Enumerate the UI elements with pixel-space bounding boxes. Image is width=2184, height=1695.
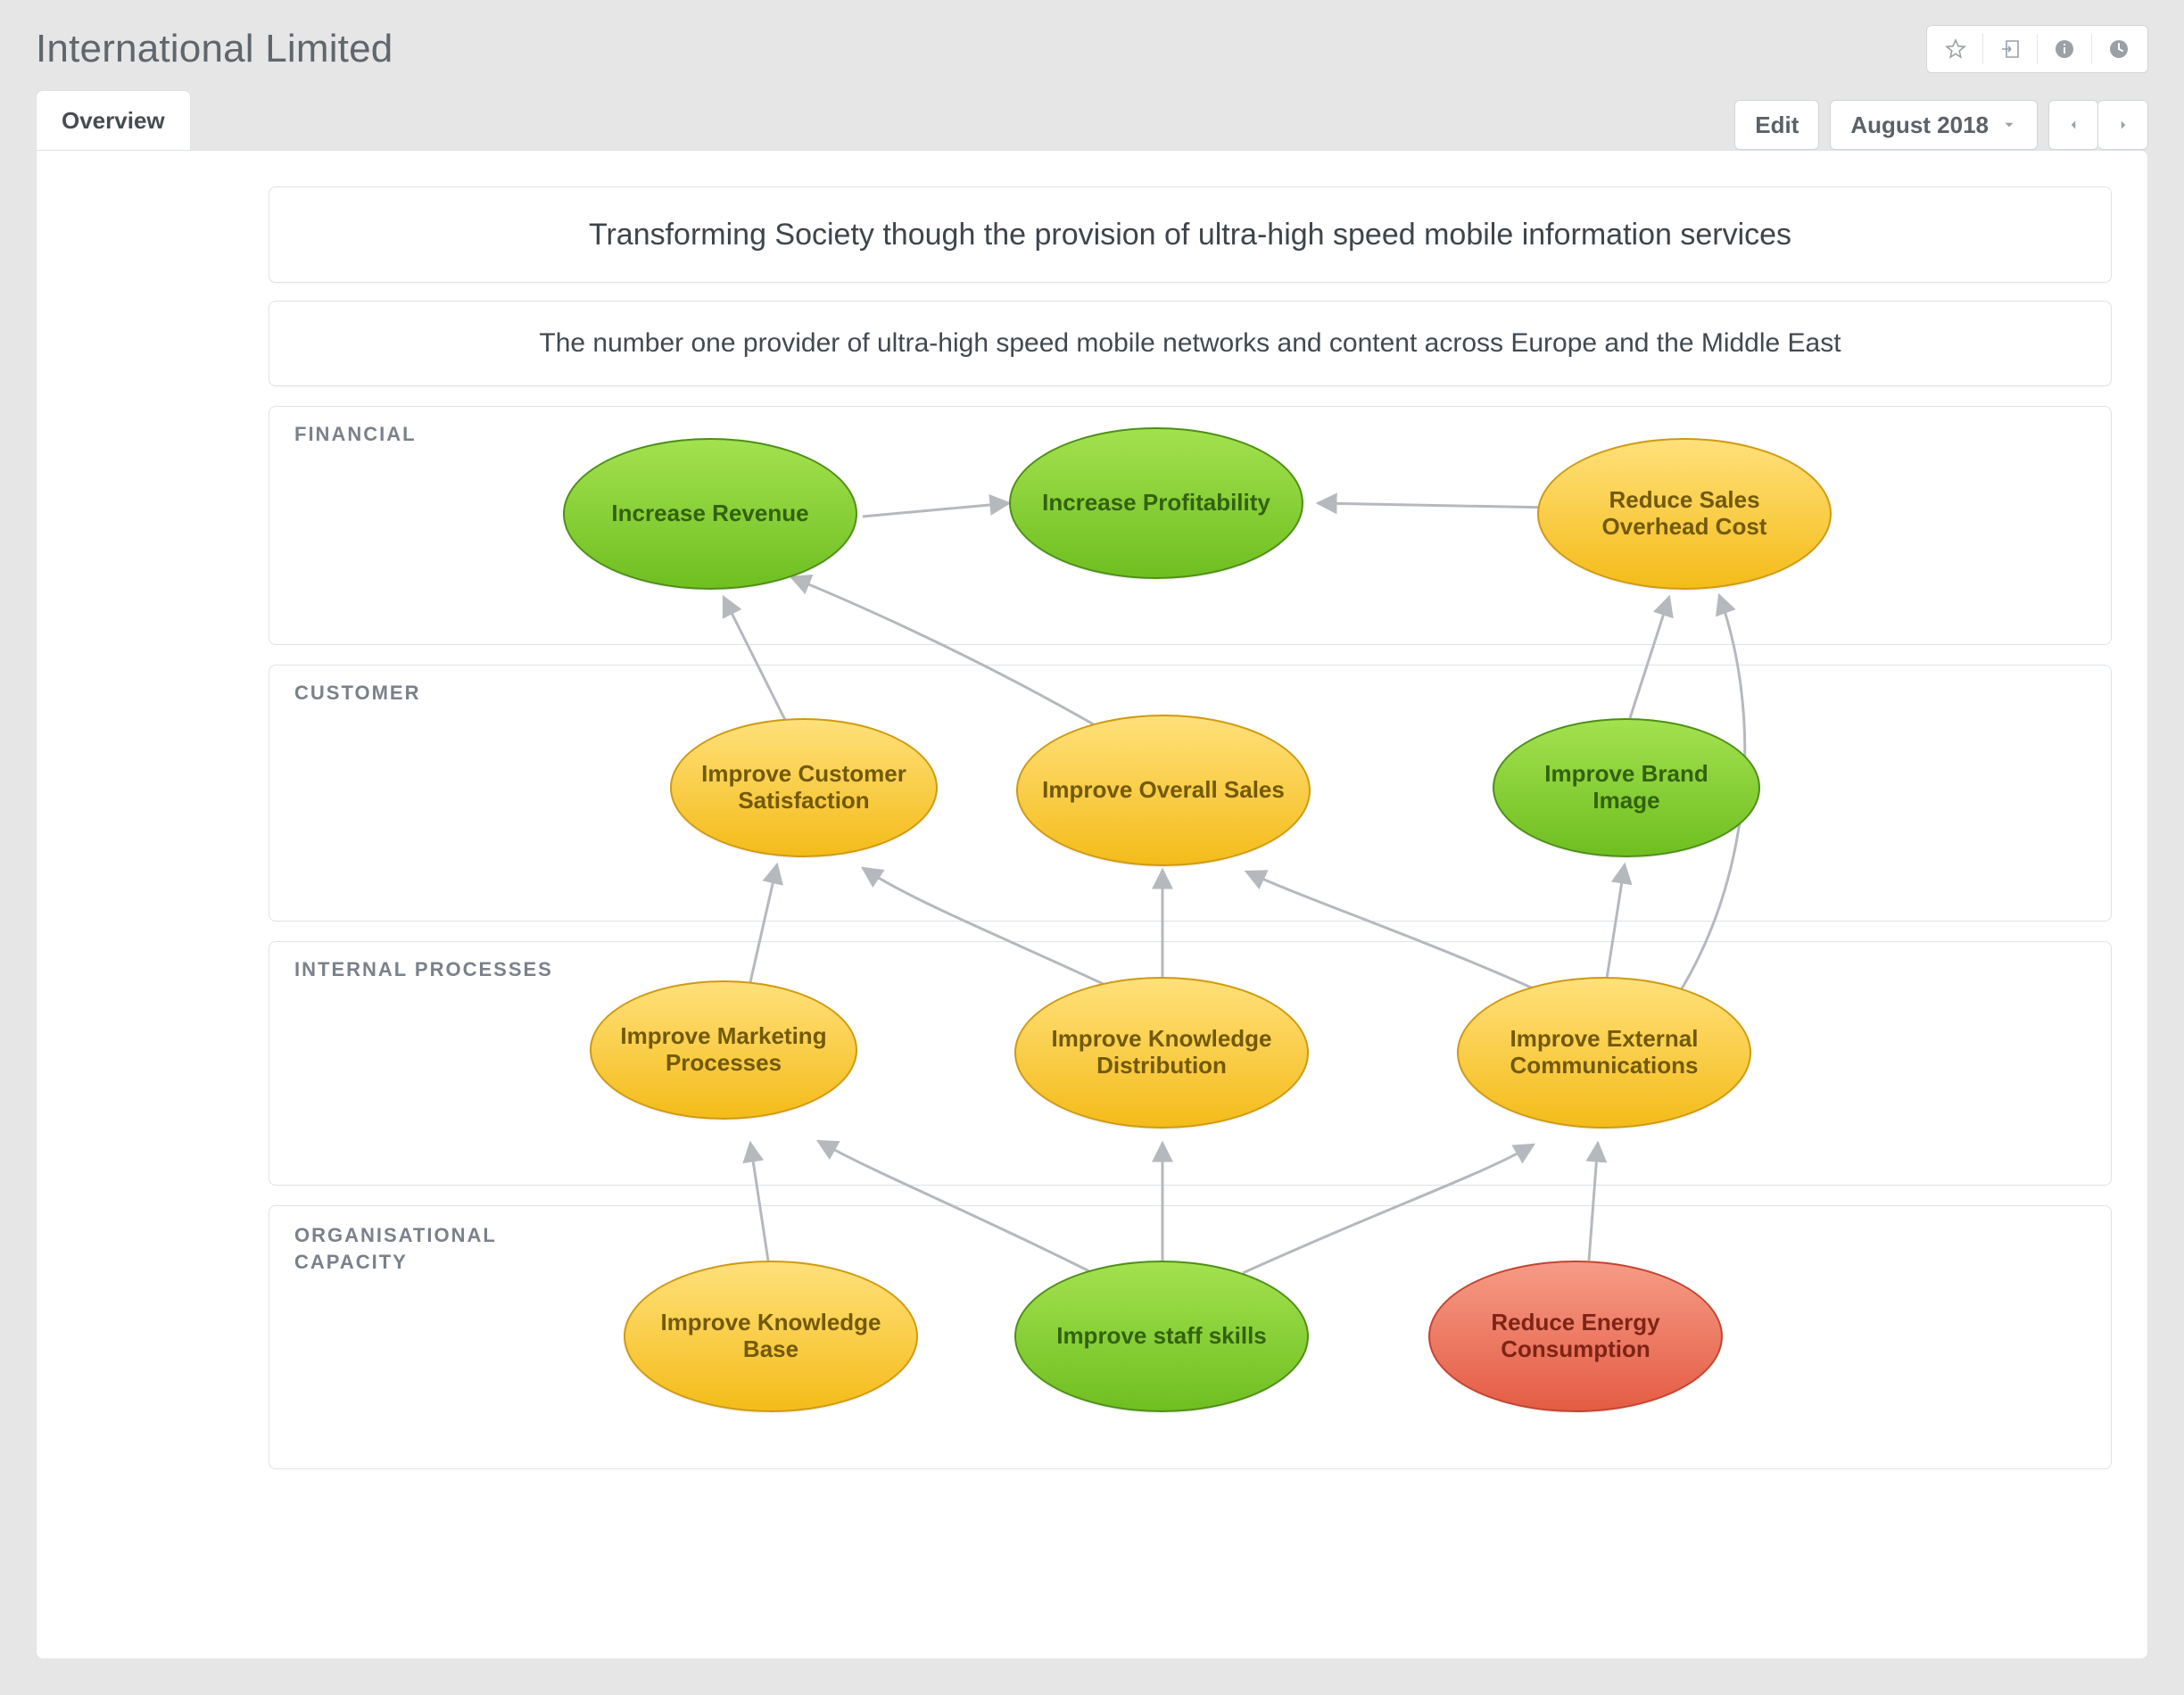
node-label: Improve Overall Sales bbox=[1042, 777, 1285, 804]
divider bbox=[2037, 34, 2038, 64]
node-label: Improve External Communications bbox=[1475, 1026, 1733, 1079]
info-icon[interactable] bbox=[2041, 30, 2088, 68]
header-icon-strip bbox=[1926, 25, 2148, 73]
node-label: Improve Knowledge Base bbox=[641, 1310, 900, 1363]
period-pager bbox=[2048, 100, 2148, 150]
node-label: Improve Knowledge Distribution bbox=[1032, 1026, 1291, 1079]
node-improve-marketing-processes[interactable]: Improve Marketing Processes bbox=[590, 980, 857, 1120]
node-reduce-sales-overhead[interactable]: Reduce Sales Overhead Cost bbox=[1537, 438, 1832, 590]
node-improve-staff-skills[interactable]: Improve staff skills bbox=[1014, 1261, 1309, 1412]
node-improve-external-communications[interactable]: Improve External Communications bbox=[1457, 977, 1751, 1129]
section-label-internal: INTERNAL PROCESSES bbox=[294, 958, 553, 981]
divider bbox=[2091, 34, 2092, 64]
node-increase-profitability[interactable]: Increase Profitability bbox=[1009, 427, 1303, 579]
tabs: Overview bbox=[36, 89, 191, 150]
node-label: Increase Revenue bbox=[611, 500, 808, 527]
chevron-right-icon bbox=[2115, 112, 2131, 139]
page-header: International Limited bbox=[0, 0, 2184, 80]
page-title: International Limited bbox=[36, 27, 393, 71]
strategy-map-canvas: Transforming Society though the provisio… bbox=[37, 151, 2147, 1658]
edit-button[interactable]: Edit bbox=[1734, 100, 1819, 150]
node-label: Improve Marketing Processes bbox=[608, 1023, 840, 1077]
tab-row: Overview Edit August 2018 bbox=[0, 89, 2184, 150]
node-label: Increase Profitability bbox=[1042, 490, 1270, 517]
star-icon[interactable] bbox=[1932, 30, 1979, 68]
section-label-organisational: ORGANISATIONAL CAPACITY bbox=[294, 1222, 509, 1275]
chevron-left-icon bbox=[2065, 112, 2081, 139]
node-label: Reduce Sales Overhead Cost bbox=[1555, 487, 1814, 541]
period-next-button[interactable] bbox=[2098, 100, 2148, 150]
node-label: Improve Customer Satisfaction bbox=[688, 761, 920, 814]
node-improve-knowledge-base[interactable]: Improve Knowledge Base bbox=[624, 1261, 918, 1412]
tab-overview[interactable]: Overview bbox=[36, 90, 191, 151]
node-improve-brand-image[interactable]: Improve Brand Image bbox=[1493, 718, 1760, 857]
node-increase-revenue[interactable]: Increase Revenue bbox=[563, 438, 857, 590]
section-label-customer: CUSTOMER bbox=[294, 682, 421, 705]
node-improve-customer-satisfaction[interactable]: Improve Customer Satisfaction bbox=[670, 718, 938, 857]
period-label: August 2018 bbox=[1850, 112, 1989, 139]
node-improve-overall-sales[interactable]: Improve Overall Sales bbox=[1016, 715, 1311, 866]
header-actions bbox=[1926, 25, 2148, 73]
export-icon[interactable] bbox=[1987, 30, 2033, 68]
chevron-down-icon bbox=[2001, 112, 2017, 139]
mission-text: The number one provider of ultra-high sp… bbox=[539, 328, 1841, 359]
node-label: Improve staff skills bbox=[1056, 1323, 1267, 1350]
node-reduce-energy-consumption[interactable]: Reduce Energy Consumption bbox=[1428, 1261, 1723, 1412]
history-icon[interactable] bbox=[2096, 30, 2142, 68]
node-label: Improve Brand Image bbox=[1510, 761, 1742, 814]
mission-panel[interactable]: The number one provider of ultra-high sp… bbox=[269, 301, 2112, 386]
edit-label: Edit bbox=[1755, 112, 1799, 139]
strategy-map-panel: Transforming Society though the provisio… bbox=[36, 150, 2148, 1659]
vision-panel[interactable]: Transforming Society though the provisio… bbox=[269, 186, 2112, 283]
view-controls: Edit August 2018 bbox=[1734, 100, 2148, 150]
vision-text: Transforming Society though the provisio… bbox=[589, 218, 1791, 252]
divider bbox=[1982, 34, 1983, 64]
node-improve-knowledge-distribution[interactable]: Improve Knowledge Distribution bbox=[1014, 977, 1309, 1129]
node-label: Reduce Energy Consumption bbox=[1446, 1310, 1705, 1363]
period-select[interactable]: August 2018 bbox=[1830, 100, 2038, 150]
tab-label: Overview bbox=[62, 107, 165, 134]
section-label-financial: FINANCIAL bbox=[294, 423, 417, 446]
period-prev-button[interactable] bbox=[2048, 100, 2098, 150]
